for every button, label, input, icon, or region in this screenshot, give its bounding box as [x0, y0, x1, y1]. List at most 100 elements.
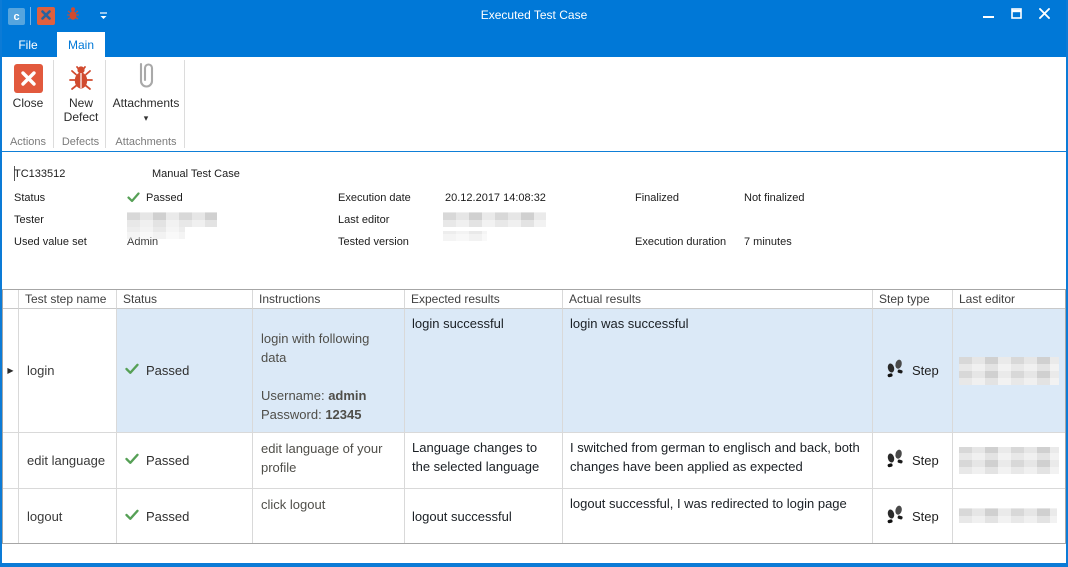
tab-file[interactable]: File — [6, 32, 50, 57]
footprints-icon — [885, 448, 905, 473]
tab-main[interactable]: Main — [57, 32, 105, 57]
cell-instructions[interactable]: login with following data Username: admi… — [253, 309, 405, 433]
cell-status[interactable]: Passed — [117, 433, 253, 489]
executed-test-case-window: c Executed Test Case — [0, 0, 1068, 567]
used-value-set-redaction-overlay — [127, 227, 185, 239]
column-header-expected-results[interactable]: Expected results — [405, 290, 563, 309]
cell-actual-results[interactable]: I switched from german to englisch and b… — [563, 433, 873, 489]
footprints-icon — [885, 358, 905, 383]
cell-actual-results[interactable]: login was successful — [563, 309, 873, 433]
tested-version-label: Tested version — [338, 236, 409, 248]
row-selector[interactable] — [3, 433, 19, 489]
cell-test-step-name[interactable]: edit language — [19, 433, 117, 489]
row-selector[interactable]: ▶ — [3, 309, 19, 433]
cell-expected-results[interactable]: Language changes to the selected languag… — [405, 433, 563, 489]
ribbon: Close Actions — [2, 57, 1066, 152]
ribbon-group-separator — [105, 60, 106, 148]
paperclip-icon — [135, 61, 157, 96]
window-title: Executed Test Case — [0, 8, 1068, 22]
cell-expected-results[interactable]: login successful — [405, 309, 563, 433]
table-row: logout Passed click logout logout succes… — [3, 489, 1065, 543]
column-header-instructions[interactable]: Instructions — [253, 290, 405, 309]
last-editor-label: Last editor — [338, 214, 389, 226]
minimize-button[interactable] — [974, 0, 1002, 30]
last-editor-redacted — [959, 357, 1059, 385]
cell-instructions[interactable]: edit language of your profile — [253, 433, 405, 489]
finalized-value: Not finalized — [744, 192, 805, 204]
attachments-button-label: Attachments — [113, 96, 180, 110]
header-row-indicator — [3, 290, 19, 309]
cell-step-type[interactable]: Step — [873, 309, 953, 433]
table-row: edit language Passed edit language of yo… — [3, 433, 1065, 489]
window-close-button[interactable] — [1030, 0, 1058, 30]
column-header-test-step-name[interactable]: Test step name — [19, 290, 117, 309]
cell-step-type[interactable]: Step — [873, 433, 953, 489]
cell-expected-results[interactable]: logout successful — [405, 489, 563, 543]
new-defect-button-label: New Defect — [58, 96, 104, 124]
tester-label: Tester — [14, 214, 44, 226]
execution-date-label: Execution date — [338, 192, 411, 204]
close-button-label: Close — [13, 96, 44, 110]
column-header-last-editor[interactable]: Last editor — [953, 290, 1065, 309]
window-border-left — [0, 0, 2, 567]
cell-step-type[interactable]: Step — [873, 489, 953, 543]
column-header-actual-results[interactable]: Actual results — [563, 290, 873, 309]
cell-test-step-name[interactable]: login — [19, 309, 117, 433]
maximize-button[interactable] — [1002, 0, 1030, 30]
maximize-icon — [1011, 6, 1022, 24]
close-x-icon — [1039, 6, 1050, 24]
attachments-button[interactable]: Attachments ▾ — [109, 60, 183, 124]
ribbon-group-label-actions: Actions — [2, 136, 54, 148]
column-header-status[interactable]: Status — [117, 290, 253, 309]
ribbon-group-defects: New Defect Defects — [55, 57, 106, 151]
window-border-bottom — [0, 563, 1068, 567]
used-value-set-label: Used value set — [14, 236, 87, 248]
table-row: ▶ login Passed login with following data… — [3, 309, 1065, 433]
last-editor-value-redacted — [443, 212, 546, 227]
check-icon — [125, 509, 139, 524]
last-editor-redacted — [959, 508, 1057, 523]
execution-duration-label: Execution duration — [635, 236, 726, 248]
ribbon-group-separator — [53, 60, 54, 148]
footprints-icon — [885, 504, 905, 529]
tested-version-value-redacted — [443, 231, 487, 241]
cell-last-editor[interactable] — [953, 309, 1065, 433]
new-defect-button[interactable]: New Defect — [58, 60, 104, 124]
ribbon-group-separator — [184, 60, 185, 148]
ribbon-group-label-attachments: Attachments — [107, 136, 185, 148]
status-label: Status — [14, 192, 45, 204]
check-icon — [125, 363, 139, 378]
minimize-icon — [983, 6, 994, 24]
ribbon-tab-row: File Main — [0, 32, 1068, 57]
cell-test-step-name[interactable]: logout — [19, 489, 117, 543]
row-selector[interactable] — [3, 489, 19, 543]
execution-duration-value: 7 minutes — [744, 236, 792, 248]
attachments-dropdown-icon: ▾ — [144, 113, 149, 124]
check-icon — [127, 192, 140, 206]
cell-last-editor[interactable] — [953, 489, 1065, 543]
cell-actual-results[interactable]: logout successful, I was redirected to l… — [563, 489, 873, 543]
tester-value-redacted — [127, 212, 217, 227]
cell-last-editor[interactable] — [953, 433, 1065, 489]
test-case-type-label: Manual Test Case — [152, 168, 240, 180]
test-case-id-field[interactable]: TC133512 — [14, 168, 65, 180]
table-header-row: Test step name Status Instructions Expec… — [3, 290, 1065, 309]
column-header-step-type[interactable]: Step type — [873, 290, 953, 309]
close-button[interactable]: Close — [4, 60, 52, 110]
test-steps-table: Test step name Status Instructions Expec… — [2, 289, 1066, 544]
title-bar: c Executed Test Case — [0, 0, 1068, 32]
ribbon-group-actions: Close Actions — [2, 57, 54, 151]
finalized-label: Finalized — [635, 192, 679, 204]
bug-icon — [68, 63, 94, 94]
last-editor-redacted — [959, 447, 1059, 474]
cell-status[interactable]: Passed — [117, 309, 253, 433]
ribbon-group-label-defects: Defects — [55, 136, 106, 148]
status-value: Passed — [127, 192, 183, 206]
cell-instructions[interactable]: click logout — [253, 489, 405, 543]
test-case-details: TC133512 Manual Test Case Status Passed … — [2, 152, 1066, 289]
ribbon-group-attachments: Attachments ▾ Attachments — [107, 57, 185, 151]
execution-date-value: 20.12.2017 14:08:32 — [445, 192, 546, 204]
check-icon — [125, 453, 139, 468]
cell-status[interactable]: Passed — [117, 489, 253, 543]
close-x-icon — [14, 64, 43, 93]
